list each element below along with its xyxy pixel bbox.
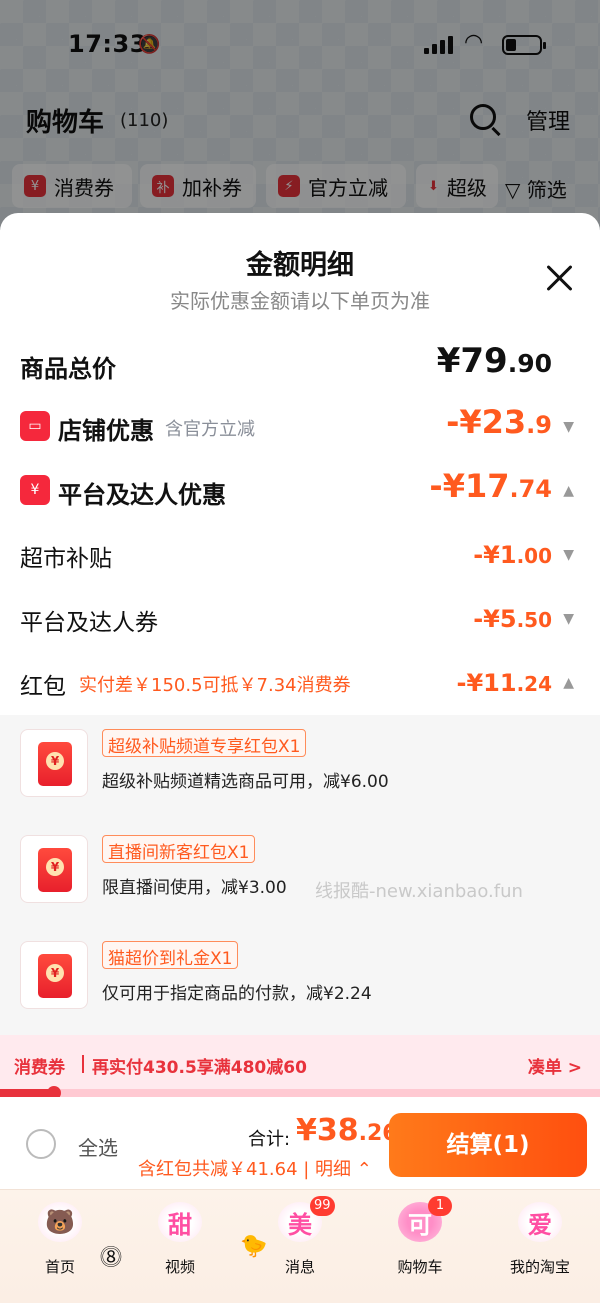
shop-discount-amount: -¥23.9	[446, 403, 552, 441]
coupon-progress-fill	[0, 1089, 54, 1097]
watermark-text: 线报酷-new.xianbao.fun	[315, 881, 523, 902]
tab-label: 消息	[284, 1258, 315, 1276]
red-packet-item: 超级补贴频道专享红包X1 超级补贴频道精选商品可用，减¥6.00	[20, 729, 580, 805]
shop-discount-label: 店铺优惠	[58, 417, 154, 445]
supermarket-subsidy-row[interactable]: 超市补贴 -¥1.00 ▼	[20, 531, 580, 581]
tab-my-taobao[interactable]: 爱 我的淘宝	[480, 1190, 600, 1303]
chevron-up-icon: ⌃	[351, 1159, 372, 1180]
red-packet-desc: 仅可用于指定商品的付款，减¥2.24	[102, 984, 372, 1004]
amount-detail-sheet: 金额明细 实际优惠金额请以下单页为准 商品总价 ¥79.90 ▭ 店铺优惠 含官…	[0, 213, 600, 1303]
red-packet-title: 超级补贴频道专享红包X1	[102, 729, 307, 757]
red-packet-title: 猫超价到礼金X1	[102, 941, 239, 969]
shop-discount-note: 含官方立减	[165, 419, 255, 440]
platform-discount-row[interactable]: ¥ 平台及达人优惠 -¥17.74 ▲	[20, 467, 580, 517]
red-packet-label: 红包	[20, 674, 66, 700]
red-packet-desc: 限直播间使用，减¥3.00	[102, 878, 287, 898]
duck-icon: 🐤	[240, 1234, 268, 1259]
supermarket-subsidy-label: 超市补贴	[20, 546, 112, 572]
select-all-label[interactable]: 全选	[78, 1132, 118, 1161]
sum-amount: ¥38.26	[296, 1113, 398, 1148]
red-envelope-icon	[20, 941, 88, 1009]
sheet-subtitle: 实际优惠金额请以下单页为准	[170, 289, 430, 313]
coupon-bar-label: 消费券	[14, 1058, 65, 1078]
red-packet-note: 实付差￥150.5可抵￥7.34消费券	[79, 675, 351, 696]
divider	[82, 1055, 84, 1073]
profile-icon: 爱	[518, 1202, 562, 1242]
chevron-down-icon: ▼	[563, 547, 574, 563]
tab-label: 我的淘宝	[509, 1258, 570, 1276]
decorative-88-icon: ⓼	[100, 1246, 123, 1271]
chevron-up-icon: ▲	[563, 483, 574, 499]
red-packet-item: 猫超价到礼金X1 仅可用于指定商品的付款，减¥2.24	[20, 941, 580, 1017]
chevron-down-icon: ▼	[563, 611, 574, 627]
platform-discount-amount: -¥17.74	[429, 467, 552, 505]
consumption-coupon-bar: 消费券 再实付430.5享满480减60 凑单 >	[0, 1035, 600, 1093]
sum-label: 合计:	[248, 1129, 291, 1150]
red-packet-amount: -¥11.24	[456, 669, 553, 697]
checkout-bar: 全选 合计: ¥38.26 含红包共减￥41.64 | 明细 ⌃ 结算(1)	[0, 1097, 600, 1189]
red-envelope-icon	[20, 729, 88, 797]
coupon-icon: ¥	[20, 475, 50, 505]
coupon-bar-text: 再实付430.5享满480减60	[92, 1058, 307, 1078]
platform-coupon-row[interactable]: 平台及达人券 -¥5.50 ▼	[20, 595, 580, 645]
select-all-checkbox[interactable]	[26, 1129, 56, 1159]
home-mascot-icon: 🐻	[38, 1202, 82, 1242]
total-price-amount: ¥79.90	[436, 341, 552, 381]
shop-icon: ▭	[20, 411, 50, 441]
platform-coupon-amount: -¥5.50	[473, 605, 552, 633]
supermarket-subsidy-amount: -¥1.00	[473, 541, 552, 569]
discount-detail-toggle[interactable]: 含红包共减￥41.64 | 明细 ⌃	[138, 1155, 372, 1181]
total-price-label: 商品总价	[20, 355, 116, 383]
cart-badge: 1	[428, 1196, 452, 1216]
bottom-tab-bar: 🐻 首页 甜 视频 美 99 消息 可 1 购物车 爱 我的淘宝 ⓼ 🐤	[0, 1189, 600, 1303]
red-packet-desc: 超级补贴频道精选商品可用，减¥6.00	[102, 772, 389, 792]
tab-label: 购物车	[397, 1258, 443, 1276]
tab-video[interactable]: 甜 视频	[120, 1190, 240, 1303]
checkout-button[interactable]: 结算(1)	[389, 1113, 587, 1177]
red-packet-title: 直播间新客红包X1	[102, 835, 256, 863]
platform-discount-label: 平台及达人优惠	[58, 481, 226, 509]
shop-discount-row[interactable]: ▭ 店铺优惠 含官方立减 -¥23.9 ▼	[20, 403, 580, 453]
red-packet-list: 超级补贴频道专享红包X1 超级补贴频道精选商品可用，减¥6.00 直播间新客红包…	[0, 715, 600, 1035]
chevron-up-icon: ▲	[563, 675, 574, 691]
tab-cart[interactable]: 可 1 购物车	[360, 1190, 480, 1303]
tab-label: 视频	[164, 1258, 195, 1276]
video-icon: 甜	[158, 1202, 202, 1242]
red-envelope-icon	[20, 835, 88, 903]
add-items-link[interactable]: 凑单 >	[528, 1053, 582, 1078]
coupon-progress-bar	[0, 1086, 600, 1100]
total-price-row: 商品总价 ¥79.90	[20, 341, 580, 391]
close-icon[interactable]	[545, 263, 575, 293]
chevron-down-icon: ▼	[563, 419, 574, 435]
red-packet-row[interactable]: 红包 实付差￥150.5可抵￥7.34消费券 -¥11.24 ▲	[20, 659, 580, 709]
messages-badge: 99	[310, 1196, 335, 1216]
modal-overlay[interactable]	[0, 0, 600, 230]
sheet-title: 金额明细	[246, 250, 354, 281]
platform-coupon-label: 平台及达人券	[20, 610, 158, 636]
